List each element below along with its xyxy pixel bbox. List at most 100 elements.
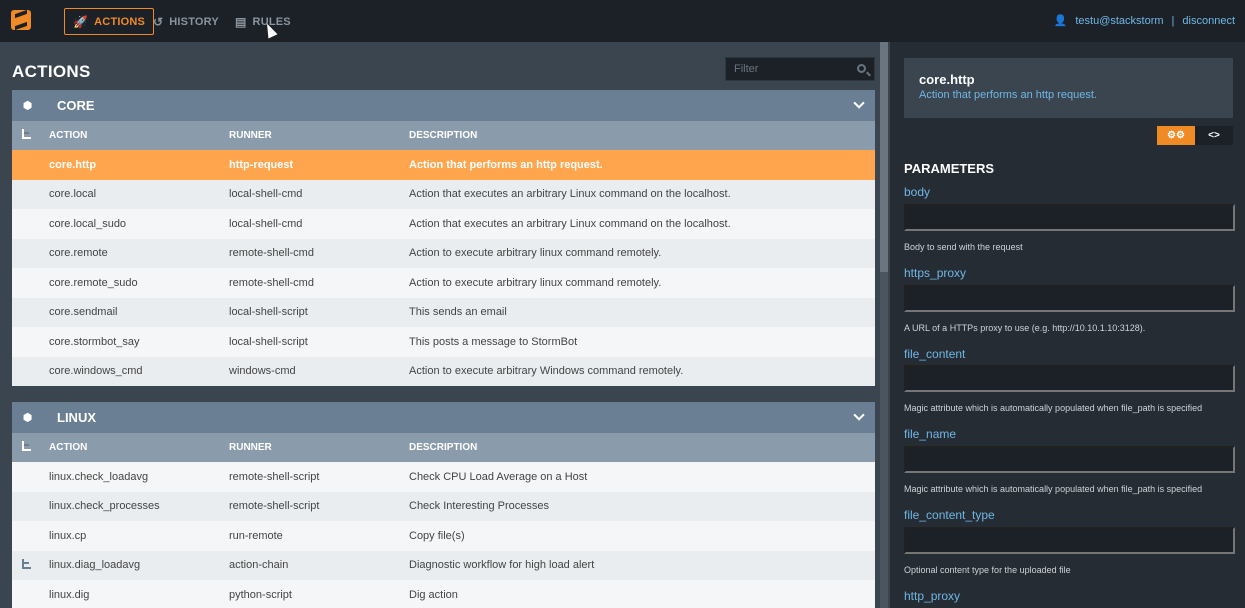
col-description[interactable]: DESCRIPTION	[409, 442, 477, 453]
cell-runner: remote-shell-cmd	[229, 247, 314, 260]
stackstorm-logo[interactable]	[11, 9, 31, 31]
table-row[interactable]: core.http http-request Action that perfo…	[12, 150, 875, 180]
table-row[interactable]: linux.check_loadavg remote-shell-script …	[12, 462, 875, 492]
workflow-icon	[12, 129, 49, 142]
cell-runner: remote-shell-script	[229, 500, 320, 513]
cell-runner: local-shell-script	[229, 335, 308, 348]
cell-runner: run-remote	[229, 529, 283, 542]
table-row[interactable]: linux.diag_loadavg action-chain Diagnost…	[12, 550, 875, 580]
pack-linux: ⬢ LINUX ACTION RUNNER DESCRIPTION linux.…	[12, 402, 875, 608]
param-input-file-name[interactable]	[904, 446, 1235, 473]
form-view-toggle[interactable]: ⚙⚙	[1157, 126, 1195, 145]
gears-icon: ⚙⚙	[1167, 130, 1185, 141]
col-runner[interactable]: RUNNER	[229, 130, 409, 141]
cell-description: Check Interesting Processes	[409, 500, 550, 513]
cell-description: Diagnostic workflow for high load alert	[409, 559, 595, 572]
cell-action: linux.cp	[49, 529, 87, 542]
col-action[interactable]: ACTION	[49, 130, 229, 141]
table-row[interactable]: core.local local-shell-cmd Action that e…	[12, 179, 875, 209]
param-input-https-proxy[interactable]	[904, 285, 1235, 312]
chevron-down-icon[interactable]	[853, 97, 865, 109]
table-row[interactable]: core.stormbot_say local-shell-script Thi…	[12, 327, 875, 357]
nav-actions-tab[interactable]: 🚀 ACTIONS	[64, 8, 155, 35]
user-icon: 👤	[1053, 15, 1068, 27]
cell-action: core.http	[49, 158, 97, 171]
pack-header-core[interactable]: ⬢ CORE	[12, 90, 875, 121]
param-input-file-content[interactable]	[904, 365, 1235, 392]
table-row[interactable]: core.local_sudo local-shell-cmd Action t…	[12, 209, 875, 239]
nav-history-tab[interactable]: ↺ HISTORY	[145, 8, 227, 35]
nav-rules-tab[interactable]: ▤ RULES	[227, 8, 299, 35]
cell-runner: local-shell-cmd	[229, 217, 303, 230]
cell-runner: remote-shell-script	[229, 470, 320, 483]
action-summary: core.http Action that performs an http r…	[904, 58, 1233, 118]
nav-history-label: HISTORY	[169, 15, 219, 28]
table-row[interactable]: core.sendmail local-shell-script This se…	[12, 297, 875, 327]
cell-runner: python-script	[229, 588, 292, 601]
user-separator: |	[1171, 14, 1175, 27]
table-row[interactable]: linux.dig python-script Dig action	[12, 580, 875, 608]
param-help-https-proxy: A URL of a HTTPs proxy to use (e.g. http…	[904, 323, 1146, 333]
username-link[interactable]: testu@stackstorm	[1075, 15, 1163, 27]
code-icon: <>	[1208, 130, 1220, 141]
cell-description: Action to execute arbitrary linux comman…	[409, 247, 662, 260]
cell-description: Dig action	[409, 588, 458, 601]
table-row[interactable]: linux.cp run-remote Copy file(s)	[12, 521, 875, 551]
cell-action: core.remote	[49, 247, 108, 260]
param-input-file-content-type[interactable]	[904, 527, 1235, 554]
param-help-body: Body to send with the request	[904, 242, 1023, 252]
param-label-body: body	[904, 185, 931, 199]
param-label-file-name: file_name	[904, 427, 957, 441]
param-help-file-content-type: Optional content type for the uploaded f…	[904, 565, 1071, 575]
cell-description: Action that executes an arbitrary Linux …	[409, 217, 731, 230]
param-help-file-content: Magic attribute which is automatically p…	[904, 403, 1203, 413]
cube-icon: ⬢	[22, 412, 33, 424]
actions-list-panel: ACTIONS ⬢ CORE ACTION RUNNER DESCRIPTION…	[0, 42, 888, 608]
cell-action: core.sendmail	[49, 306, 118, 319]
chevron-down-icon[interactable]	[853, 409, 865, 421]
cell-action: core.local_sudo	[49, 217, 127, 230]
col-action[interactable]: ACTION	[49, 442, 229, 453]
cell-action: linux.diag_loadavg	[49, 559, 141, 572]
col-runner[interactable]: RUNNER	[229, 442, 409, 453]
user-area: 👤 testu@stackstorm | disconnect	[1053, 14, 1235, 28]
nav-actions-label: ACTIONS	[94, 15, 146, 28]
cell-runner: http-request	[229, 158, 294, 171]
cell-action: core.local	[49, 188, 97, 201]
filter-input[interactable]	[734, 63, 844, 75]
page-title: ACTIONS	[12, 62, 91, 81]
action-name: core.http	[919, 72, 975, 87]
table-row[interactable]: linux.check_processes remote-shell-scrip…	[12, 491, 875, 521]
cell-description: Copy file(s)	[409, 529, 465, 542]
param-label-file-content: file_content	[904, 347, 966, 361]
table-row[interactable]: core.remote remote-shell-cmd Action to e…	[12, 238, 875, 268]
cell-description: Action to execute arbitrary linux comman…	[409, 276, 662, 289]
table-header: ACTION RUNNER DESCRIPTION	[12, 121, 875, 150]
pack-header-linux[interactable]: ⬢ LINUX	[12, 402, 875, 433]
param-label-https-proxy: https_proxy	[904, 266, 967, 280]
disconnect-link[interactable]: disconnect	[1182, 15, 1235, 27]
code-view-toggle[interactable]: <>	[1195, 126, 1233, 145]
col-description[interactable]: DESCRIPTION	[409, 130, 477, 141]
param-label-file-content-type: file_content_type	[904, 508, 995, 522]
table-row[interactable]: core.remote_sudo remote-shell-cmd Action…	[12, 268, 875, 298]
search-icon[interactable]	[857, 64, 866, 73]
cell-description: Action to execute arbitrary Windows comm…	[409, 365, 684, 378]
action-detail-panel: core.http Action that performs an http r…	[890, 42, 1245, 608]
cell-runner: local-shell-cmd	[229, 188, 303, 201]
book-icon: ▤	[235, 14, 247, 29]
filter-box[interactable]	[725, 57, 875, 81]
cell-description: Action that performs an http request.	[409, 158, 603, 171]
scrollbar[interactable]	[880, 42, 888, 608]
cell-description: Action that executes an arbitrary Linux …	[409, 188, 731, 201]
history-icon: ↺	[153, 14, 164, 29]
cell-runner: action-chain	[229, 559, 289, 572]
param-input-body[interactable]	[904, 204, 1235, 231]
cell-action: linux.check_loadavg	[49, 470, 149, 483]
table-body: linux.check_loadavg remote-shell-script …	[12, 462, 875, 608]
table-row[interactable]: core.windows_cmd windows-cmd Action to e…	[12, 356, 875, 386]
pack-name: LINUX	[57, 410, 96, 425]
top-navigation-bar: 🚀 ACTIONS ↺ HISTORY ▤ RULES 👤 testu@stac…	[0, 0, 1245, 42]
cell-description: Check CPU Load Average on a Host	[409, 470, 588, 483]
scrollbar-thumb[interactable]	[880, 42, 888, 272]
